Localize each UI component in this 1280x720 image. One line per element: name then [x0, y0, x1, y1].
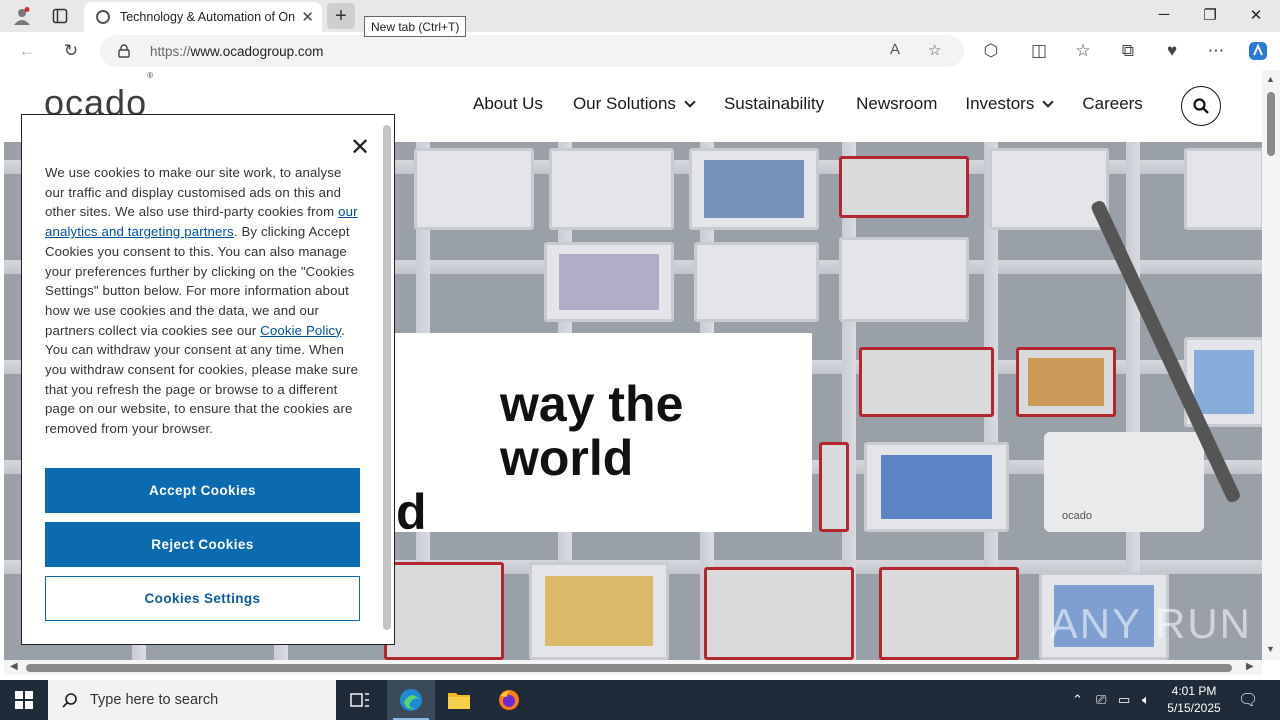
vertical-scroll-thumb[interactable]: [1267, 92, 1275, 156]
anyrun-watermark: ANY RUN: [1049, 600, 1252, 647]
cookie-text-part: . You can withdraw your consent at any t…: [45, 322, 359, 437]
wifi-icon[interactable]: ▭: [1118, 680, 1130, 720]
cookies-settings-button[interactable]: Cookies Settings: [45, 576, 360, 621]
crate: [549, 148, 674, 230]
restore-icon[interactable]: ❐: [1200, 6, 1220, 24]
taskbar-clock[interactable]: 4:01 PM 5/15/2025: [1160, 683, 1228, 717]
nav-about-us[interactable]: About Us: [473, 94, 543, 114]
nav-careers[interactable]: Careers: [1082, 94, 1142, 114]
address-bar[interactable]: https://www.ocadogroup.com A ☆: [100, 35, 964, 67]
reject-cookies-button[interactable]: Reject Cookies: [45, 522, 360, 567]
crate: [414, 148, 534, 230]
clock-date: 5/15/2025: [1167, 701, 1221, 715]
more-menu-icon[interactable]: ⋯: [1203, 39, 1229, 63]
close-dialog-icon[interactable]: ✕: [350, 133, 370, 162]
browser-essentials-icon[interactable]: ♥: [1159, 39, 1185, 63]
cookie-text-part: We use cookies to make our site work, to…: [45, 165, 342, 220]
crate: [859, 347, 994, 417]
read-aloud-icon[interactable]: A: [890, 41, 900, 58]
favorite-star-icon[interactable]: ☆: [928, 41, 941, 59]
site-search-button[interactable]: [1181, 86, 1221, 126]
chevron-down-icon: [1042, 96, 1055, 108]
show-hidden-icons[interactable]: ⌃: [1072, 680, 1083, 720]
browser-toolbar: ← ↻ https://www.ocadogroup.com A ☆ ⬡ ◫ ☆…: [0, 32, 1280, 70]
extensions-icon[interactable]: ⬡: [978, 39, 1004, 63]
scroll-left-icon[interactable]: ◀: [10, 661, 18, 672]
back-icon[interactable]: ←: [14, 39, 40, 63]
favorites-icon[interactable]: ☆: [1070, 39, 1096, 63]
cookie-text-part: . By clicking Accept Cookies you consent…: [45, 224, 355, 338]
nav-newsroom[interactable]: Newsroom: [856, 94, 937, 114]
cookie-policy-link[interactable]: Cookie Policy: [260, 323, 341, 338]
file-explorer-icon[interactable]: [435, 680, 483, 720]
chevron-down-icon: [684, 96, 696, 108]
minimize-icon[interactable]: ─: [1154, 6, 1174, 23]
taskbar-search-placeholder: Type here to search: [90, 692, 219, 708]
crate: [879, 567, 1019, 660]
firefox-icon[interactable]: [485, 680, 533, 720]
collections-icon[interactable]: ⧉: [1115, 39, 1141, 63]
crate: [529, 562, 669, 660]
windows-taskbar: Type here to search ⌃ ⎚ ▭ 🔈︎ 4:01 PM 5/1…: [0, 680, 1280, 720]
horizontal-scroll-thumb[interactable]: [26, 664, 1232, 672]
robot-label: ocado: [1062, 510, 1092, 522]
crate: [704, 567, 854, 660]
close-window-icon[interactable]: ✕: [1246, 6, 1266, 24]
profile-icon[interactable]: [8, 4, 36, 28]
crate: [544, 242, 674, 322]
crate: [1016, 347, 1116, 417]
start-button[interactable]: [0, 680, 48, 720]
site-favicon-icon: [96, 10, 110, 24]
crate: [989, 148, 1109, 230]
new-tab-button[interactable]: +: [327, 3, 355, 29]
new-tab-tooltip: New tab (Ctrl+T): [364, 16, 467, 37]
active-tab[interactable]: Technology & Automation of Online Grocer…: [84, 2, 322, 32]
hero-headline-box: way the world d: [394, 333, 812, 539]
refresh-icon[interactable]: ↻: [58, 39, 84, 63]
nav-investors[interactable]: Investors: [965, 94, 1055, 114]
page-horizontal-scrollbar[interactable]: ◀ ▶: [4, 660, 1262, 675]
nav-sustainability[interactable]: Sustainability: [724, 94, 824, 114]
taskbar-search-box[interactable]: Type here to search: [48, 680, 336, 720]
page-vertical-scrollbar[interactable]: ▲ ▼: [1262, 70, 1280, 660]
close-tab-icon[interactable]: ✕: [301, 8, 314, 26]
tab-actions-icon[interactable]: [46, 4, 74, 28]
edge-taskbar-icon[interactable]: [387, 680, 435, 720]
site-navigation: About Us Our Solutions Sustainability Ne…: [473, 94, 1173, 114]
network-status-icon[interactable]: ⎚: [1096, 680, 1106, 720]
crate: [839, 237, 969, 322]
dialog-scrollbar[interactable]: [383, 125, 391, 630]
scroll-right-icon[interactable]: ▶: [1246, 661, 1254, 672]
crate: [839, 156, 969, 218]
split-screen-icon[interactable]: ◫: [1026, 39, 1052, 63]
task-view-icon[interactable]: [336, 680, 384, 720]
crate: [384, 562, 504, 660]
lock-icon[interactable]: [118, 44, 130, 58]
copilot-icon[interactable]: [1245, 39, 1271, 63]
search-icon: [62, 693, 77, 708]
nav-our-solutions[interactable]: Our Solutions: [573, 94, 696, 114]
scroll-down-icon[interactable]: ▼: [1266, 644, 1275, 654]
volume-icon[interactable]: 🔈︎: [1142, 680, 1150, 720]
notifications-icon[interactable]: 🗨︎: [1238, 680, 1258, 720]
scroll-up-icon[interactable]: ▲: [1266, 74, 1275, 84]
robot-station: ocado: [1044, 432, 1204, 532]
url-text: https://www.ocadogroup.com: [150, 43, 324, 59]
crate: [1184, 148, 1262, 230]
cookie-consent-text: We use cookies to make our site work, to…: [45, 163, 363, 439]
browser-tab-bar: Technology & Automation of Online Grocer…: [0, 0, 1280, 37]
crate: [819, 442, 849, 532]
tab-title: Technology & Automation of Online Grocer…: [119, 10, 296, 24]
windows-logo-icon: [15, 691, 33, 709]
crate: [864, 442, 1009, 532]
crate: [694, 242, 819, 322]
accept-cookies-button[interactable]: Accept Cookies: [45, 468, 360, 513]
clock-time: 4:01 PM: [1171, 684, 1217, 698]
cookie-consent-dialog: ✕ We use cookies to make our site work, …: [21, 114, 395, 645]
crate: [689, 148, 819, 230]
search-icon: [1193, 98, 1209, 114]
